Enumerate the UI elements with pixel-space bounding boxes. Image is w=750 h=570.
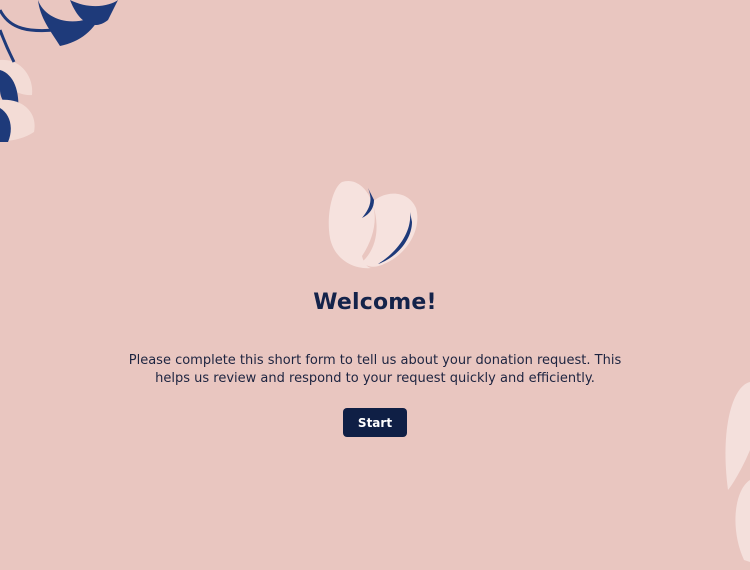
welcome-description: Please complete this short form to tell … <box>128 353 622 386</box>
leaf-decoration-bottom-right <box>725 382 750 562</box>
leaf-icon <box>735 480 750 562</box>
start-button[interactable]: Start <box>343 408 407 437</box>
leaf-decoration-top-left <box>0 0 118 142</box>
leaf-icon <box>725 382 750 490</box>
logo-left-petal <box>328 180 375 269</box>
heart-leaf-logo-icon <box>328 180 418 269</box>
welcome-title: Welcome! <box>313 290 437 315</box>
